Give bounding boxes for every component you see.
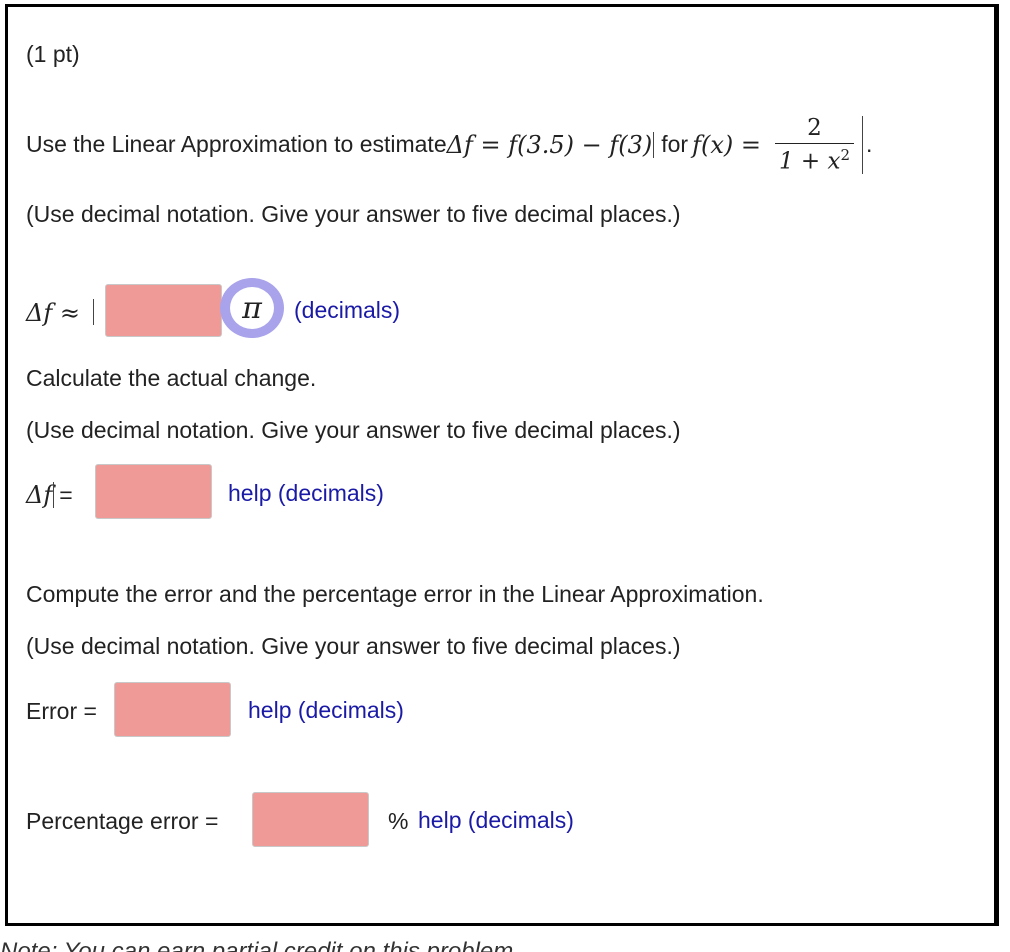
error-help-link[interactable]: help (decimals) — [248, 697, 404, 724]
denominator-exponent: 2 — [840, 146, 851, 164]
percentage-help-link[interactable]: help (decimals) — [418, 807, 574, 834]
instruction-3: (Use decimal notation. Give your answer … — [26, 633, 681, 659]
intro-text: Use the Linear Approximation to estimate — [26, 131, 447, 158]
denominator-base: 1 + x — [778, 148, 841, 175]
actual-caret — [53, 482, 55, 508]
instruction-1: (Use decimal notation. Give your answer … — [26, 201, 681, 227]
percent-sign: % — [388, 808, 409, 834]
equation-editor-button[interactable]: π — [220, 278, 284, 338]
error-input[interactable] — [114, 682, 231, 737]
approx-caret — [93, 299, 94, 325]
error-heading: Compute the error and the percentage err… — [26, 581, 764, 607]
text-caret-end — [862, 115, 864, 174]
delta-expression: Δf = f(3.5) − f(3) — [446, 130, 653, 159]
actual-change-input[interactable] — [95, 464, 212, 519]
fraction-denominator: 1 + x2 — [775, 146, 854, 175]
percentage-error-input[interactable] — [252, 792, 369, 847]
actual-change-label: Δf — [26, 481, 53, 509]
for-text: for — [661, 131, 689, 158]
approx-label: Δf ≈ — [26, 299, 80, 327]
fraction-bar — [774, 143, 855, 144]
actual-change-heading: Calculate the actual change. — [26, 365, 317, 391]
approx-help-link[interactable]: (decimals) — [294, 297, 400, 324]
function-fraction: 2 1 + x2 — [774, 115, 855, 175]
actual-help-link[interactable]: help (decimals) — [228, 480, 384, 507]
problem-statement: Use the Linear Approximation to estimate… — [26, 115, 872, 175]
actual-equals: = — [59, 481, 73, 508]
problem-frame: (1 pt) Use the Linear Approximation to e… — [5, 4, 999, 926]
function-lhs: f(x) = — [692, 130, 761, 159]
approx-answer-input[interactable] — [105, 284, 222, 337]
error-label: Error = — [26, 698, 97, 724]
points-label: (1 pt) — [26, 41, 80, 67]
pi-icon: π — [230, 287, 274, 329]
fraction-numerator: 2 — [807, 115, 822, 141]
text-caret — [653, 131, 655, 158]
partial-credit-note: Note: You can earn partial credit on thi… — [0, 938, 520, 952]
actual-change-label-row: Δf = — [26, 481, 73, 509]
period: . — [866, 131, 873, 158]
instruction-2: (Use decimal notation. Give your answer … — [26, 417, 681, 443]
percentage-error-label: Percentage error = — [26, 808, 219, 834]
